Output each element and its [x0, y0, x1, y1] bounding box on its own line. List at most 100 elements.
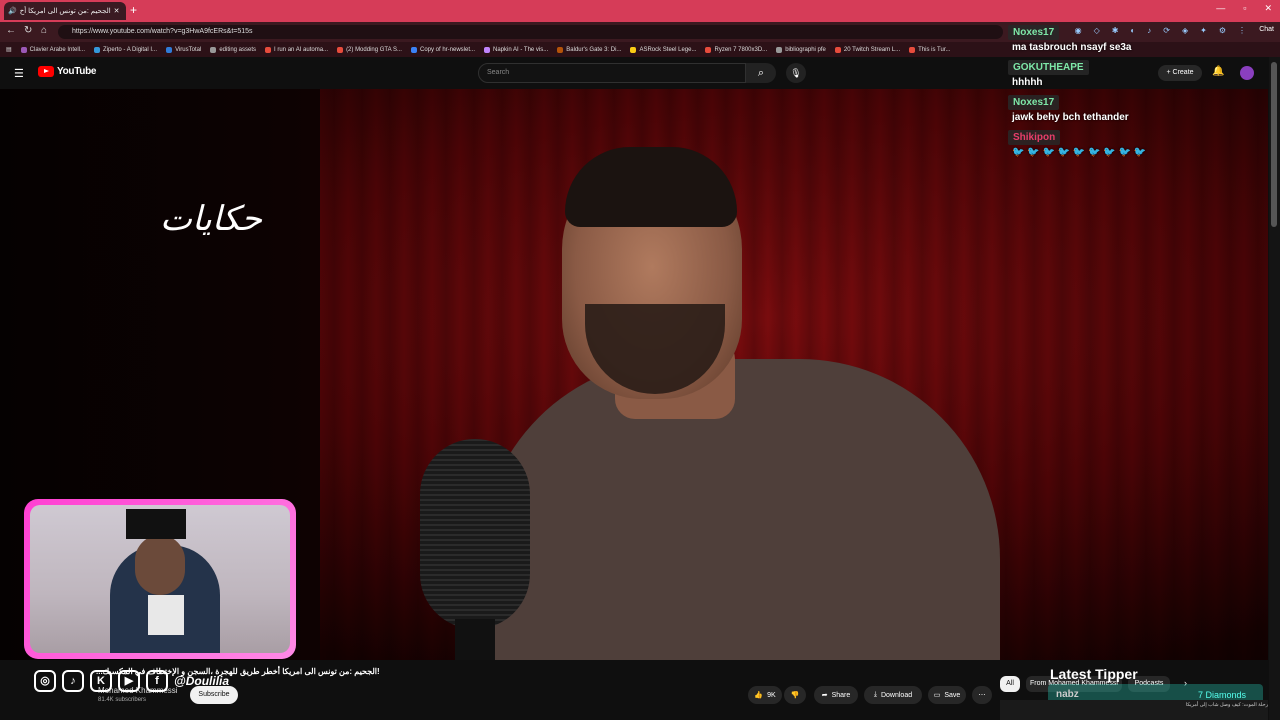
audio-icon[interactable]: 🔊 [8, 7, 17, 15]
home-icon[interactable]: ⌂ [41, 25, 47, 36]
download-icon: ⤓ [873, 691, 877, 698]
bookmark-item[interactable]: VirusTotal [166, 46, 202, 53]
chat-message: Noxes17 ma tasbrouch nsayf se3a [1008, 22, 1268, 53]
bookmark-favicon-icon [834, 46, 841, 53]
bookmark-label: editing assets [219, 46, 257, 53]
bookmark-label: VirusTotal [175, 46, 202, 53]
chip-all[interactable]: All [1000, 676, 1020, 692]
next-video-item[interactable]: رحلة الموت: كيف وصل شاب إلى أمريكا [1000, 700, 1268, 720]
chat-text: jawk behy bch tethander [1012, 112, 1129, 123]
scrollbar-thumb[interactable] [1271, 62, 1277, 227]
bookmark-label: Ryzen 7 7800x3D... [714, 46, 768, 53]
streamer-shirt [148, 595, 184, 635]
social-handle: @Doulilia [174, 674, 230, 688]
bookmark-item[interactable]: Napkin AI - The vis... [484, 46, 549, 53]
host-sweater [480, 359, 1000, 660]
bookmark-favicon-icon [265, 46, 272, 53]
bookmark-favicon-icon [337, 46, 344, 53]
bookmark-favicon-icon [630, 46, 637, 53]
bookmark-label: This is Tur... [918, 46, 951, 53]
bookmark-favicon-icon [410, 46, 417, 53]
share-button[interactable]: ➦ Share [814, 686, 858, 704]
bookmark-item[interactable]: ASRock Steel Lege... [630, 46, 697, 53]
facebook-icon: f [146, 670, 168, 692]
bookmark-label: Clavier Arabe Intell... [29, 46, 86, 53]
bookmark-item[interactable]: 20 Twitch Stream L... [834, 46, 901, 53]
youtube-logo[interactable]: YouTube [38, 66, 97, 77]
bookmark-label: Napkin AI - The vis... [493, 46, 549, 53]
dislike-button[interactable]: 👎 [784, 686, 806, 704]
bookmark-favicon-icon [166, 46, 173, 53]
bookmark-label: I run an AI automa... [274, 46, 329, 53]
stream-chat-overlay: Noxes17 ma tasbrouch nsayf se3a GOKUTHEAPE… [1008, 22, 1268, 162]
bookmark-item[interactable]: This is Tur... [909, 46, 951, 53]
youtube-wordmark: YouTube [57, 66, 97, 77]
menu-icon[interactable]: ☰ [14, 67, 24, 80]
url-field[interactable]: https://www.youtube.com/watch?v=g3HwA9fc… [58, 25, 1003, 39]
streamer-headphones [126, 509, 186, 539]
bookmark-item[interactable]: Copy of hr-newslet... [410, 46, 476, 53]
webcam-overlay [24, 499, 296, 659]
bookmark-item[interactable]: bibliographi pfe [776, 46, 826, 53]
bookmark-item[interactable]: I run an AI automa... [265, 46, 329, 53]
save-icon: ▭ [933, 692, 941, 699]
thumbs-up-icon: 👍 [754, 692, 764, 699]
chat-message: Noxes17 jawk behy bch tethander [1008, 92, 1268, 123]
bookmarks-icon[interactable]: ▤ [6, 46, 12, 53]
chat-username: Shikipon [1008, 130, 1061, 145]
chat-username: GOKUTHEAPE [1008, 60, 1089, 75]
subscriber-count: 81.4K subscribers [98, 697, 147, 703]
bookmark-favicon-icon [909, 46, 916, 53]
chat-message: GOKUTHEAPE hhhhh [1008, 57, 1268, 88]
close-window-icon[interactable]: ✕ [1264, 3, 1272, 14]
youtube-icon: ▶ [118, 670, 140, 692]
tiktok-icon: ♪ [62, 670, 84, 692]
like-button[interactable]: 👍 9K [748, 686, 782, 704]
kick-icon: K [90, 670, 112, 692]
chat-message: Shikipon 🐦 🐦 🐦 🐦 🐦 🐦 🐦 🐦 🐦 [1008, 127, 1268, 158]
bookmark-item[interactable]: Ryzen 7 7800x3D... [705, 46, 768, 53]
podcast-microphone [420, 439, 530, 629]
search-input[interactable]: Search [478, 63, 746, 83]
bookmark-favicon-icon [776, 46, 783, 53]
back-icon[interactable]: ← [6, 25, 16, 36]
bookmark-item[interactable]: editing assets [210, 46, 257, 53]
microphone-icon[interactable]: 🎙 [786, 63, 806, 83]
social-overlay: ◎ ♪ K ▶ f @Doulilia [34, 670, 229, 692]
microphone-stand [455, 619, 495, 660]
bookmark-favicon-icon [484, 46, 491, 53]
bookmark-favicon-icon [94, 46, 101, 53]
close-icon[interactable]: ✕ [114, 7, 120, 15]
download-button[interactable]: ⤓ Download [864, 686, 922, 704]
minimize-icon[interactable]: — [1216, 3, 1225, 14]
chat-text: 🐦 🐦 🐦 🐦 🐦 🐦 🐦 🐦 🐦 [1012, 147, 1147, 158]
bookmark-item[interactable]: Baldur's Gate 3: Di... [557, 46, 621, 53]
save-label: Save [944, 691, 961, 699]
chat-username: Noxes17 [1008, 95, 1060, 110]
bookmark-label: 20 Twitch Stream L... [843, 46, 901, 53]
maximize-icon[interactable]: ▫ [1243, 3, 1246, 14]
bookmark-favicon-icon [557, 46, 564, 53]
bookmark-label: ASRock Steel Lege... [639, 46, 697, 53]
reload-icon[interactable]: ↻ [24, 25, 32, 36]
search-icon[interactable]: ⌕ [746, 63, 776, 83]
tipper-name: nabz [1056, 689, 1079, 700]
browser-tab[interactable]: 🔊 الجحيم :من تونس الى امريكا أخ ✕ [4, 2, 126, 20]
webcam-feed [30, 505, 290, 653]
share-label: Share [831, 691, 851, 699]
latest-tipper-label: Latest Tipper [1050, 666, 1138, 682]
bookmark-favicon-icon [20, 46, 27, 53]
browser-tab-bar [0, 0, 1280, 22]
bookmark-label: Ziperto - A Digital I... [103, 46, 158, 53]
new-tab-icon[interactable]: + [130, 3, 137, 17]
bookmark-label: (2) Modding GTA S... [346, 46, 402, 53]
bookmark-item[interactable]: Ziperto - A Digital I... [94, 46, 158, 53]
streamer-face [135, 535, 185, 595]
bookmark-item[interactable]: Clavier Arabe Intell... [20, 46, 86, 53]
tab-title: الجحيم :من تونس الى امريكا أخ [19, 8, 111, 15]
more-actions-button[interactable]: ⋯ [972, 686, 992, 704]
save-button[interactable]: ▭ Save [928, 686, 966, 704]
chat-text: ma tasbrouch nsayf se3a [1012, 42, 1132, 53]
bookmark-item[interactable]: (2) Modding GTA S... [337, 46, 402, 53]
bookmark-label: Copy of hr-newslet... [419, 46, 476, 53]
